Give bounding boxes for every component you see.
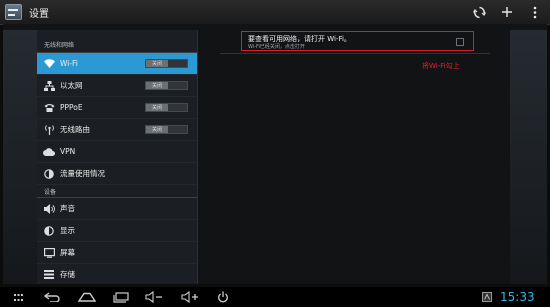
phone-icon: [43, 102, 55, 114]
sidebar-item-label: 以太网: [60, 81, 83, 90]
settings-sidebar: 无线和网络 Wi-Fi 关闭 以太网 关闭 PPPoE 关闭 无线路由 关闭 V…: [37, 30, 198, 284]
sidebar-item-label: PPPoE: [60, 103, 83, 112]
toggle-state: 关闭: [146, 60, 168, 67]
wifi-content: 要查看可用网络，请打开 Wi-Fi。 Wi-Fi已经关闭，点击打开 将Wi-Fi…: [199, 30, 510, 284]
section-header-device: 设备: [37, 185, 197, 198]
apps-grid-icon[interactable]: [12, 289, 24, 305]
screenshot-icon[interactable]: [481, 289, 493, 305]
sidebar-item-pppoe[interactable]: PPPoE 关闭: [37, 97, 197, 119]
section-header-wireless: 无线和网络: [37, 30, 197, 53]
wifi-icon: [43, 58, 55, 70]
hotspot-toggle[interactable]: 关闭: [145, 125, 188, 134]
data-usage-icon: [43, 168, 55, 180]
status-clock: 15:33: [500, 290, 535, 304]
power-icon[interactable]: [215, 289, 231, 305]
sidebar-item-data-usage[interactable]: 流量使用情况: [37, 163, 197, 185]
ethernet-icon: [43, 80, 55, 92]
page-title: 设置: [29, 9, 49, 20]
sidebar-item-label: 流量使用情况: [60, 169, 105, 178]
navigation-bar: [0, 287, 550, 307]
sidebar-item-hotspot[interactable]: 无线路由 关闭: [37, 119, 197, 141]
overflow-menu-icon[interactable]: [530, 2, 540, 22]
sidebar-item-ethernet[interactable]: 以太网 关闭: [37, 75, 197, 97]
wifi-toggle[interactable]: 关闭: [145, 59, 188, 68]
sidebar-item-screen[interactable]: 屏幕: [37, 242, 197, 264]
toggle-state: 关闭: [146, 104, 168, 111]
sidebar-item-label: 存储: [60, 270, 75, 279]
sidebar-item-label: 声音: [60, 204, 75, 213]
volume-down-icon[interactable]: [144, 289, 164, 305]
divider: [220, 53, 490, 54]
pppoe-toggle[interactable]: 关闭: [145, 103, 188, 112]
sidebar-item-label: VPN: [60, 147, 76, 156]
ethernet-toggle[interactable]: 关闭: [145, 81, 188, 90]
recents-icon[interactable]: [112, 289, 130, 305]
annotation-text: 将Wi-Fi勾上: [422, 62, 460, 70]
wifi-message-subtitle: Wi-Fi已经关闭，点击打开: [248, 44, 305, 50]
back-icon[interactable]: [42, 289, 62, 305]
sidebar-item-vpn[interactable]: VPN: [37, 141, 197, 163]
wifi-checkbox[interactable]: [456, 38, 464, 46]
sidebar-item-label: Wi-Fi: [60, 59, 78, 68]
home-icon[interactable]: [76, 289, 98, 305]
hotspot-icon: [43, 124, 55, 136]
toggle-state: 关闭: [146, 126, 168, 133]
volume-icon: [43, 203, 55, 215]
wifi-enable-option[interactable]: 要查看可用网络，请打开 Wi-Fi。 Wi-Fi已经关闭，点击打开: [241, 31, 474, 51]
screen-icon: [43, 247, 55, 259]
volume-up-icon[interactable]: [180, 289, 200, 305]
add-icon[interactable]: [500, 2, 514, 22]
toggle-state: 关闭: [146, 82, 168, 89]
sidebar-item-label: 无线路由: [60, 125, 90, 134]
sidebar-item-wifi[interactable]: Wi-Fi 关闭: [37, 53, 197, 75]
right-rail: [510, 30, 547, 284]
settings-app-icon[interactable]: [5, 4, 22, 20]
sidebar-item-display[interactable]: 显示: [37, 220, 197, 242]
action-bar: 设置: [0, 0, 550, 25]
display-icon: [43, 225, 55, 237]
sidebar-item-sound[interactable]: 声音: [37, 198, 197, 220]
sidebar-item-storage[interactable]: 存储: [37, 264, 197, 284]
sync-icon[interactable]: [472, 2, 486, 22]
sidebar-item-label: 显示: [60, 226, 75, 235]
cloud-icon: [43, 146, 55, 158]
storage-icon: [43, 269, 55, 281]
sidebar-item-label: 屏幕: [60, 248, 75, 257]
left-rail: [3, 30, 40, 284]
